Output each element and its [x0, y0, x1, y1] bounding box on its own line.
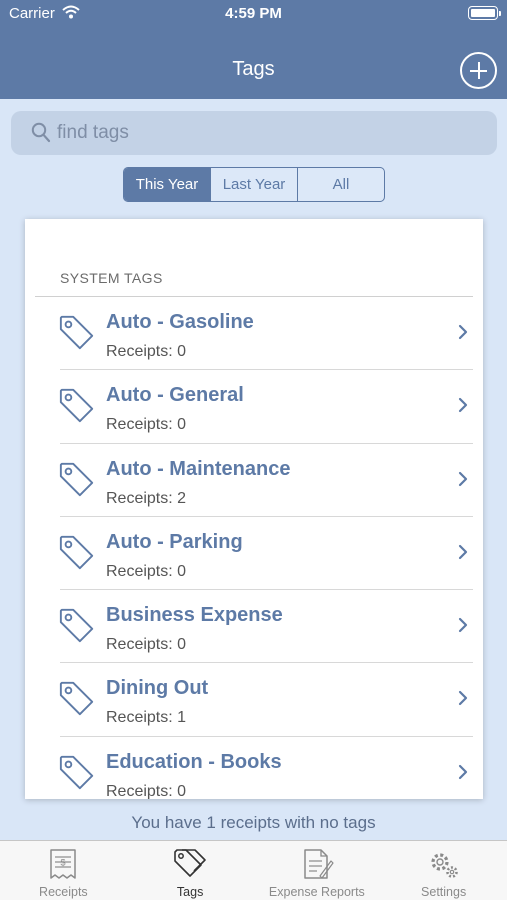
tab-expense-reports[interactable]: Expense Reports [254, 841, 381, 900]
tag-icon [59, 609, 94, 643]
filter-all[interactable]: All [297, 168, 384, 201]
receipt-count: Receipts: 0 [106, 562, 187, 580]
receipt-count: Receipts: 0 [106, 782, 187, 799]
gear-icon [431, 853, 458, 878]
tab-label: Settings [421, 885, 467, 899]
chevron-right-icon [458, 471, 468, 486]
receipt-count: Receipts: 0 [106, 636, 187, 654]
untagged-receipts-note: You have 1 receipts with no tags [131, 813, 376, 832]
tab-label: Tags [176, 885, 204, 899]
tag-list: Auto - Gasoline Receipts: 0 Auto - Gener… [25, 297, 483, 799]
tag-icon [59, 535, 94, 570]
status-bar: Carrier 4:59 PM [0, 0, 507, 28]
chevron-right-icon [458, 398, 468, 413]
receipt-count: Receipts: 2 [106, 489, 187, 507]
search-input[interactable] [57, 119, 487, 147]
chevron-right-icon [458, 324, 468, 340]
receipt-count: Receipts: 1 [106, 709, 187, 727]
chevron-right-icon [458, 544, 468, 559]
tag-icon [59, 389, 94, 423]
tag-name: Auto - Parking [106, 530, 243, 553]
tag-row[interactable]: Auto - Gasoline Receipts: 0 [25, 297, 483, 371]
tag-icon [59, 315, 94, 350]
tags-card: SYSTEM TAGS Auto - Gasoline Receipts: 0 … [25, 219, 483, 799]
tag-icon [59, 462, 94, 496]
receipt-count: Receipts: 0 [106, 416, 187, 434]
receipt-icon: $ [50, 849, 77, 879]
tab-bar: $ Receipts Tags Expense Reports Settings [0, 840, 507, 900]
clock-time: 4:59 PM [225, 5, 282, 22]
tags-icon [174, 849, 206, 877]
chevron-right-icon [458, 764, 468, 779]
chevron-right-icon [458, 691, 468, 706]
tag-name: Auto - General [106, 384, 244, 407]
tab-label: Expense Reports [268, 885, 365, 899]
navigation-bar: Tags [0, 28, 507, 99]
tag-name: Education - Books [106, 750, 282, 773]
chevron-right-icon [458, 618, 468, 633]
filter-this-year[interactable]: This Year [124, 168, 210, 201]
tab-receipts[interactable]: $ Receipts [0, 841, 127, 900]
tag-name: Dining Out [106, 677, 209, 700]
receipt-count: Receipts: 0 [106, 343, 187, 360]
svg-text:$: $ [61, 858, 66, 868]
tag-icon [59, 755, 94, 789]
tag-row[interactable]: Auto - Parking Receipts: 0 [25, 517, 483, 591]
search-bar [11, 111, 497, 155]
tag-icon [59, 682, 94, 716]
tag-name: Auto - Gasoline [106, 311, 254, 333]
tab-tags[interactable]: Tags [127, 841, 254, 900]
tab-label: Receipts [39, 885, 88, 899]
tag-row[interactable]: Auto - General Receipts: 0 [25, 370, 483, 444]
tag-name: Business Expense [106, 604, 283, 627]
expense-report-icon [304, 849, 334, 879]
section-header-system-tags: SYSTEM TAGS [60, 270, 163, 286]
filter-last-year[interactable]: Last Year [210, 168, 297, 201]
tag-row[interactable]: Education - Books Receipts: 0 [25, 737, 483, 799]
tag-row[interactable]: Auto - Maintenance Receipts: 2 [25, 444, 483, 517]
add-tag-button[interactable] [460, 52, 497, 89]
page-title: Tags [232, 58, 275, 80]
search-icon [31, 122, 51, 143]
tag-row[interactable]: Business Expense Receipts: 0 [25, 590, 483, 664]
battery-icon [468, 6, 501, 20]
tag-row[interactable]: Dining Out Receipts: 1 [25, 663, 483, 737]
tag-name: Auto - Maintenance [106, 457, 291, 480]
date-filter-segmented-control: This Year Last Year All [123, 167, 385, 202]
tab-settings[interactable]: Settings [380, 841, 507, 900]
